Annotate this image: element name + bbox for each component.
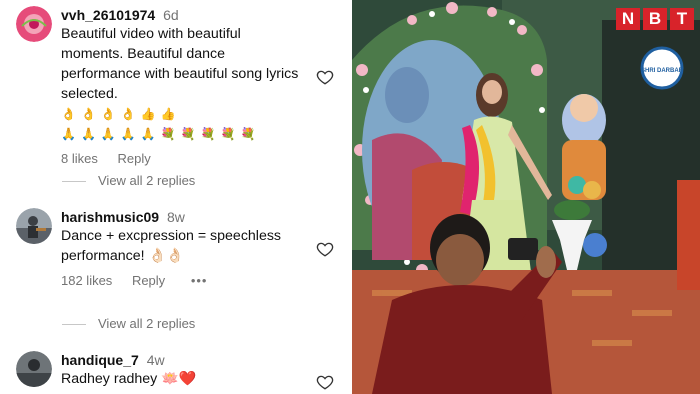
reply-button[interactable]: Reply [117,151,150,166]
comment-emoji-line: 👌👌👌👌👍👍 [61,107,181,121]
avatar[interactable] [16,208,52,244]
divider [62,181,86,183]
comment-username[interactable]: vvh_26101974 [61,7,155,23]
avatar[interactable] [16,351,52,387]
likes-count[interactable]: 8 likes [61,151,98,166]
nbt-logo: N B T [616,8,694,30]
more-options-icon[interactable]: ••• [191,273,208,288]
view-replies-label: View all 2 replies [98,173,196,188]
likes-count[interactable]: 182 likes [61,273,112,288]
like-heart-icon[interactable] [316,373,334,391]
video-scene: SHRI DARBAR [352,0,700,394]
comment-username[interactable]: harishmusic09 [61,209,159,225]
avatar[interactable] [16,6,52,42]
like-heart-icon[interactable] [316,240,334,258]
comment-text: Radhey radhey 🪷❤️ [61,371,197,387]
view-replies-button[interactable]: View all 2 replies [62,316,195,331]
like-heart-icon[interactable] [316,68,334,86]
comment-text: Beautiful video with beautiful moments. … [61,26,299,102]
badge-letter: T [670,8,694,30]
view-replies-label: View all 2 replies [98,316,196,331]
comment-username[interactable]: handique_7 [61,352,139,368]
badge-letter: N [616,8,640,30]
comment-text: Dance + excpression = speechless perform… [61,228,282,264]
comment-emoji-line: 🙏🙏🙏🙏🙏💐💐💐💐💐 [61,127,261,141]
reply-button[interactable]: Reply [132,273,165,288]
comment-time: 8w [166,209,185,225]
video-frame[interactable]: SHRI DARBAR N B T [352,0,700,394]
divider [62,324,86,326]
comments-panel: vvh_26101974 6d Beautiful video with bea… [0,0,352,394]
comment-time: 6d [163,7,179,23]
banner-text: SHRI DARBAR [641,68,684,74]
view-replies-button[interactable]: View all 2 replies [62,173,195,188]
badge-letter: B [643,8,667,30]
comment-time: 4w [146,352,165,368]
